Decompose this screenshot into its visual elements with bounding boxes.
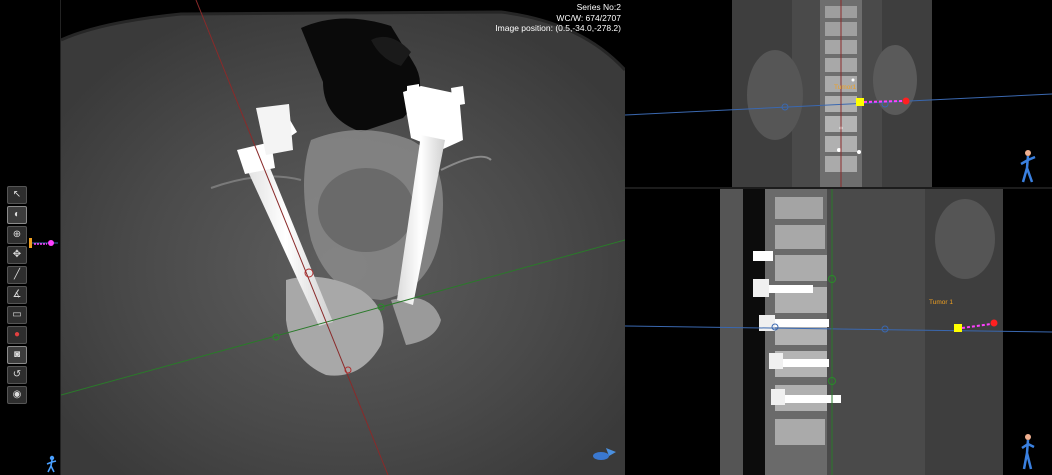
contrast-icon: ◐ xyxy=(13,209,21,220)
patient-figure-icon xyxy=(1021,434,1035,470)
reset-tool-button[interactable]: ↺ xyxy=(7,366,27,384)
axial-ct-image xyxy=(61,0,625,475)
eye-icon: ◉ xyxy=(12,389,22,400)
tool-sidebar: ↖ ◐ ⊕ ✥ ╱ ∡ ▭ ● ◙ ↺ ◉ xyxy=(0,0,60,475)
zoom-icon: ⊕ xyxy=(12,229,22,240)
visibility-tool-button[interactable]: ◉ xyxy=(7,386,27,404)
series-number: Series No:2 xyxy=(576,2,621,12)
measure-icon: ▭ xyxy=(12,309,22,320)
coronal-ct-image xyxy=(625,0,1052,187)
pan-tool-button[interactable]: ✥ xyxy=(7,246,27,264)
axial-viewport[interactable]: Series No:2 WC/W: 674/2707 Image positio… xyxy=(60,0,625,475)
patient-figure-icon xyxy=(1020,150,1036,183)
image-position: Image position: (0.5,-34.0,-278.2) xyxy=(495,23,621,33)
pan-icon: ✥ xyxy=(12,249,22,260)
color-lut-icon: ● xyxy=(13,329,21,340)
sagittal-ct-image xyxy=(625,189,1052,475)
pointer-tool-button[interactable]: ↖ xyxy=(7,186,27,204)
measure-tool-button[interactable]: ▭ xyxy=(7,306,27,324)
window-level-tool-button[interactable]: ◐ xyxy=(7,206,27,224)
coronal-tumor-label: Tumor1 xyxy=(834,84,857,91)
image-info-overlay: Series No:2 WC/W: 674/2707 Image positio… xyxy=(495,2,621,34)
angle-tool-button[interactable]: ∡ xyxy=(7,286,27,304)
zoom-tool-button[interactable]: ⊕ xyxy=(7,226,27,244)
cursor-icon: ↖ xyxy=(12,189,22,200)
sagittal-viewport[interactable]: Tumor 1 xyxy=(625,189,1052,475)
ruler-icon: ╱ xyxy=(13,269,21,280)
angle-icon: ∡ xyxy=(12,289,22,300)
coronal-viewport[interactable]: Tumor1 xyxy=(625,0,1052,189)
color-map-tool-button[interactable]: ● xyxy=(7,326,27,344)
side-tumor-marker-icon xyxy=(29,238,58,248)
window-center-width: WC/W: 674/2707 xyxy=(556,12,621,23)
snapshot-tool-button[interactable]: ◙ xyxy=(7,346,27,364)
length-tool-button[interactable]: ╱ xyxy=(7,266,27,284)
patient-orientation-icon xyxy=(46,455,57,473)
sagittal-tumor-label: Tumor 1 xyxy=(929,299,953,306)
camera-icon: ◙ xyxy=(13,349,21,360)
undo-icon: ↺ xyxy=(12,369,22,380)
